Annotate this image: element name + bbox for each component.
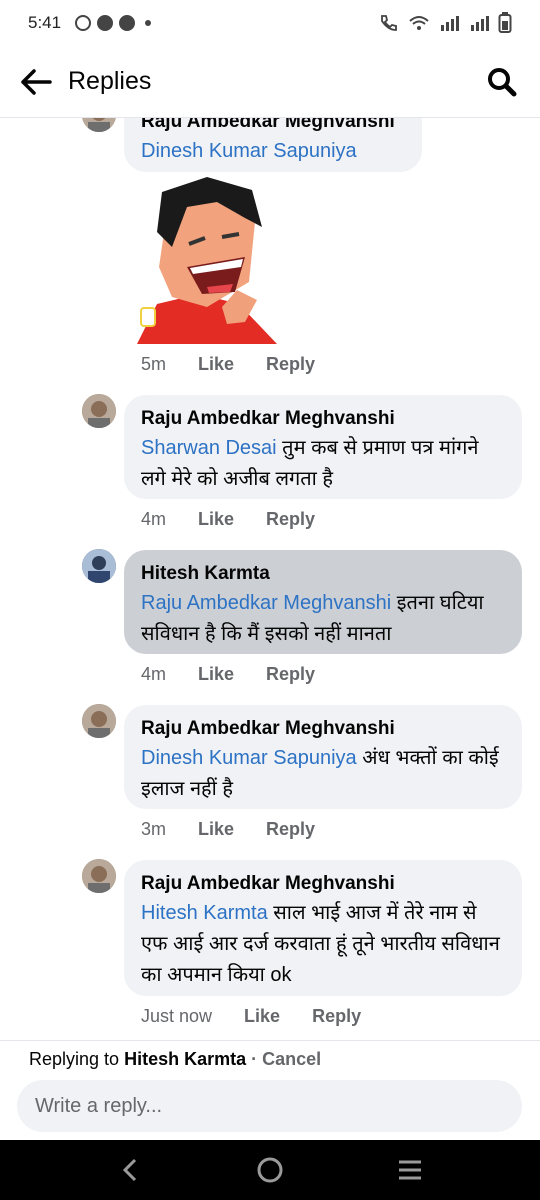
comment-mention[interactable]: Dinesh Kumar Sapuniya	[141, 747, 357, 769]
avatar-photo-icon	[82, 704, 116, 738]
replying-to-separator: ·	[246, 1049, 263, 1069]
laughing-man-sticker[interactable]	[127, 172, 277, 344]
replying-to-prefix: Replying to	[29, 1049, 120, 1069]
like-button[interactable]: Like	[198, 354, 234, 375]
replying-to-target: Hitesh Karmta	[124, 1049, 247, 1069]
signal-2-icon	[471, 16, 489, 31]
more-notifications-icon	[145, 20, 152, 26]
back-button[interactable]	[18, 64, 54, 100]
like-button[interactable]: Like	[198, 509, 234, 530]
nav-home-button[interactable]	[246, 1146, 294, 1194]
avatar-photo-icon	[82, 859, 116, 893]
comment-author[interactable]: Raju Ambedkar Meghvanshi	[141, 870, 504, 898]
reply-input[interactable]	[17, 1080, 522, 1132]
status-time: 5:41	[28, 13, 62, 32]
comment-bubble[interactable]: Raju Ambedkar Meghvanshi Dinesh Kumar Sa…	[124, 118, 422, 172]
comment-time[interactable]: 5m	[141, 354, 166, 375]
reply-button[interactable]: Reply	[266, 664, 315, 685]
notification-icons	[75, 15, 152, 31]
like-button[interactable]: Like	[198, 664, 234, 685]
avatar[interactable]	[82, 118, 116, 132]
chat-icon	[97, 15, 114, 31]
comment-mention[interactable]: Sharwan Desai	[141, 437, 277, 459]
page-title: Replies	[68, 67, 152, 95]
recents-icon	[399, 1160, 421, 1180]
app-bar: Replies	[0, 46, 540, 118]
comment-time[interactable]: 3m	[141, 819, 166, 840]
comment-author[interactable]: Raju Ambedkar Meghvanshi	[141, 405, 504, 433]
whatsapp-icon	[75, 15, 92, 31]
home-circle-icon	[257, 1157, 283, 1183]
battery-icon	[498, 12, 512, 33]
reply-button[interactable]: Reply	[266, 509, 315, 530]
messenger-icon	[119, 15, 136, 31]
navigation-bar	[0, 1140, 540, 1200]
comment-bubble[interactable]: Raju Ambedkar Meghvanshi Hitesh Karmta स…	[124, 860, 522, 996]
avatar[interactable]	[82, 704, 116, 738]
cancel-reply-button[interactable]: Cancel	[262, 1049, 321, 1069]
reply-button[interactable]: Reply	[266, 354, 315, 375]
chevron-left-icon	[122, 1158, 137, 1182]
status-bar: 5:41	[0, 0, 540, 46]
like-button[interactable]: Like	[244, 1006, 280, 1027]
wifi-icon	[409, 16, 429, 30]
comment-mention[interactable]: Raju Ambedkar Meghvanshi	[141, 592, 391, 614]
comment-meta: 5m Like Reply	[141, 354, 347, 375]
avatar-photo-icon	[82, 118, 116, 132]
system-icons	[378, 12, 512, 34]
avatar-photo-icon	[82, 549, 116, 583]
avatar[interactable]	[82, 549, 116, 583]
search-icon	[488, 67, 517, 96]
comment-meta: Just now Like Reply	[141, 1006, 393, 1027]
comment-time[interactable]: 4m	[141, 664, 166, 685]
call-icon	[381, 15, 397, 31]
comment-mention[interactable]: Hitesh Karmta	[141, 902, 268, 924]
avatar[interactable]	[82, 859, 116, 893]
comment-meta: 3m Like Reply	[141, 819, 347, 840]
comment-author[interactable]: Raju Ambedkar Meghvanshi	[141, 715, 504, 743]
search-button[interactable]	[482, 62, 522, 102]
like-button[interactable]: Like	[198, 819, 234, 840]
reply-composer: Replying to Hitesh Karmta · Cancel	[0, 1040, 540, 1140]
avatar-photo-icon	[82, 394, 116, 428]
signal-icon	[441, 16, 459, 31]
back-arrow-icon	[21, 68, 52, 95]
comment-bubble[interactable]: Hitesh Karmta Raju Ambedkar Meghvanshi इ…	[124, 550, 522, 654]
nav-recents-button[interactable]	[386, 1146, 434, 1194]
comment-author[interactable]: Hitesh Karmta	[141, 560, 504, 588]
reply-button[interactable]: Reply	[266, 819, 315, 840]
nav-back-button[interactable]	[106, 1146, 154, 1194]
replies-feed[interactable]: Raju Ambedkar Meghvanshi Dinesh Kumar Sa…	[0, 118, 540, 1040]
laughing-man-sticker-icon	[137, 177, 277, 344]
comment-mention[interactable]: Dinesh Kumar Sapuniya	[141, 140, 357, 162]
comment-time[interactable]: Just now	[141, 1006, 212, 1027]
comment-bubble[interactable]: Raju Ambedkar Meghvanshi Sharwan Desai त…	[124, 395, 522, 499]
replying-to-label: Replying to Hitesh Karmta · Cancel	[29, 1049, 321, 1070]
avatar[interactable]	[82, 394, 116, 428]
comment-bubble[interactable]: Raju Ambedkar Meghvanshi Dinesh Kumar Sa…	[124, 705, 522, 809]
reply-button[interactable]: Reply	[312, 1006, 361, 1027]
comment-author[interactable]: Raju Ambedkar Meghvanshi	[141, 118, 404, 136]
comment-time[interactable]: 4m	[141, 509, 166, 530]
comment-meta: 4m Like Reply	[141, 509, 347, 530]
comment-meta: 4m Like Reply	[141, 664, 347, 685]
